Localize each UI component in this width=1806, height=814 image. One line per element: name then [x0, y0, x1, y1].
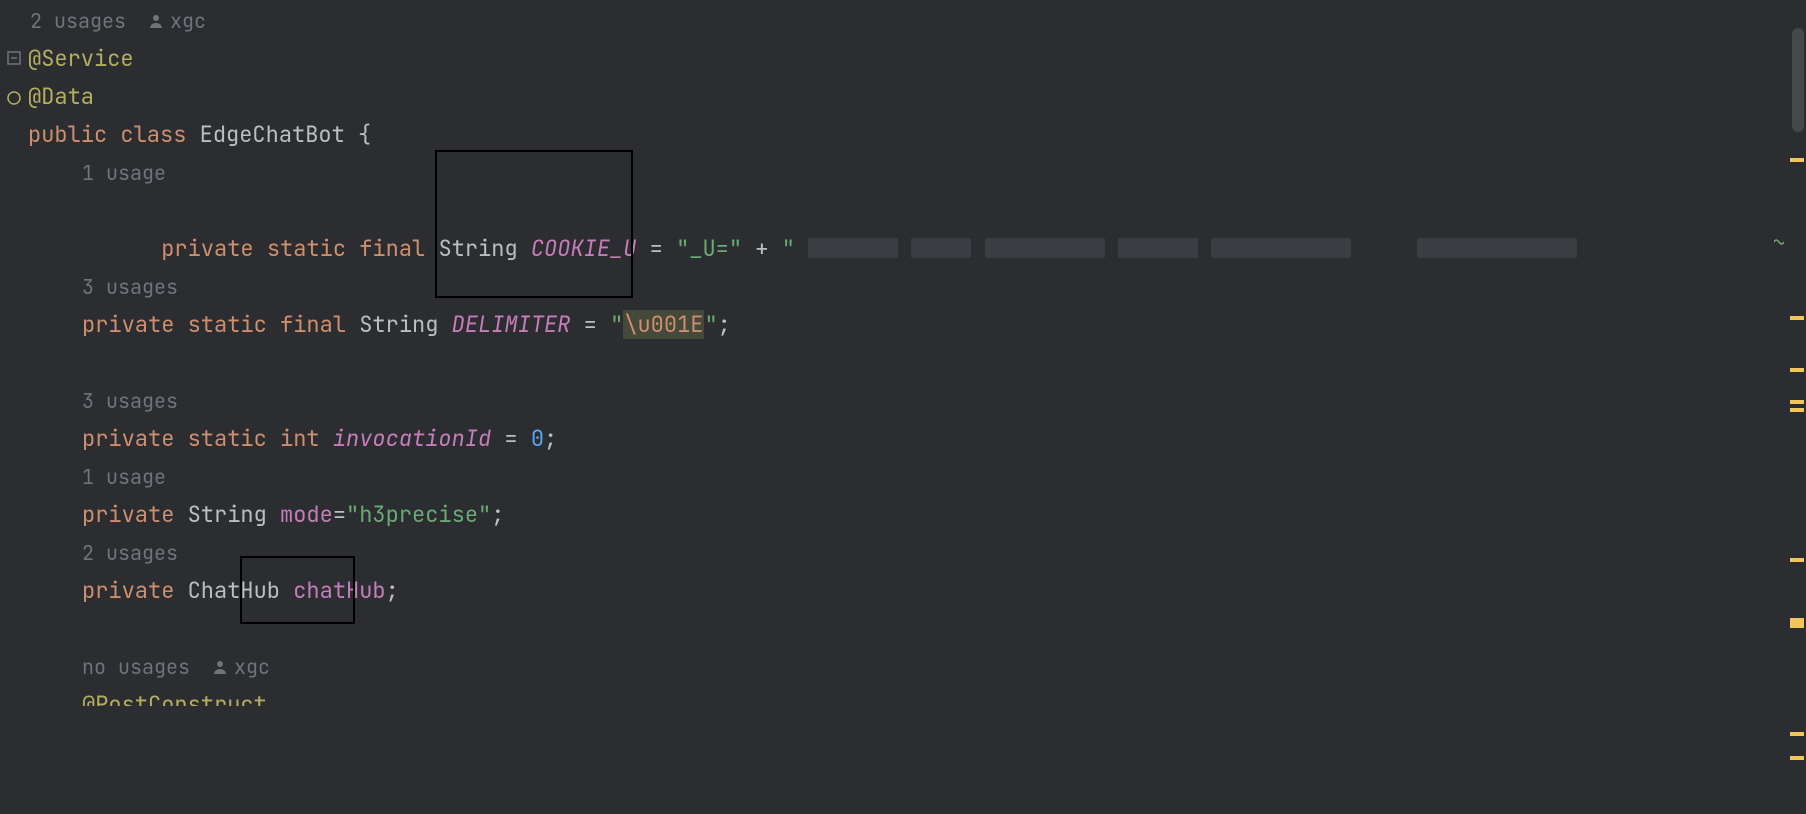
code-line[interactable]: @Service [28, 40, 1806, 78]
code-line[interactable]: private static final String COOKIE_U = "… [28, 192, 1806, 230]
person-icon [212, 659, 228, 675]
warning-marker[interactable] [1790, 158, 1804, 162]
code-line[interactable]: private static int invocationId = 0; [28, 420, 1806, 458]
inlay-hint: no usages xgc [28, 648, 1806, 686]
inlay-hint-class: 2 usages xgc [28, 2, 1806, 40]
inlay-hint: 1 usage [28, 458, 1806, 496]
warning-marker[interactable] [1790, 316, 1804, 320]
warning-marker[interactable] [1790, 368, 1804, 372]
warning-marker[interactable] [1790, 756, 1804, 760]
code-line[interactable] [28, 230, 1806, 268]
warning-marker[interactable] [1790, 408, 1804, 412]
inlay-hint: 3 usages [28, 268, 1806, 306]
class-icon[interactable] [6, 84, 22, 100]
inlay-hint: 2 usages [28, 534, 1806, 572]
editor-gutter [0, 0, 28, 814]
scrollbar-thumb[interactable] [1792, 28, 1804, 132]
code-line[interactable] [28, 610, 1806, 648]
usage-count: 2 usages [30, 2, 126, 40]
warning-marker[interactable] [1790, 732, 1804, 736]
code-line[interactable]: private String mode="h3precise"; [28, 496, 1806, 534]
squiggle-icon [1774, 224, 1784, 234]
marker-bar[interactable] [1788, 0, 1806, 814]
person-icon [148, 13, 164, 29]
code-editor[interactable]: 2 usages xgc @Service @Data public class… [0, 0, 1806, 814]
code-line[interactable]: private ChatHub chatHub; [28, 572, 1806, 610]
author-hint: xgc [212, 648, 270, 686]
warning-marker[interactable] [1790, 618, 1804, 628]
inlay-hint: 3 usages [28, 382, 1806, 420]
fold-minus-icon[interactable] [6, 44, 22, 60]
caret-line-highlight [0, 192, 1806, 230]
author-hint: xgc [148, 2, 206, 40]
warning-marker[interactable] [1790, 400, 1804, 404]
author-name: xgc [170, 2, 206, 40]
code-line[interactable]: private static final String DELIMITER = … [28, 306, 1806, 344]
code-content[interactable]: 2 usages xgc @Service @Data public class… [28, 0, 1806, 814]
code-line[interactable]: @Data [28, 78, 1806, 116]
code-line[interactable] [28, 344, 1806, 382]
annotation: @Data [28, 82, 94, 111]
error-stripe [1774, 0, 1784, 814]
warning-marker[interactable] [1790, 558, 1804, 562]
code-line[interactable]: public class EdgeChatBot { [28, 116, 1806, 154]
inlay-hint: 1 usage [28, 154, 1806, 192]
code-line[interactable]: @PostConstruct [28, 686, 1806, 706]
annotation: @Service [28, 44, 134, 73]
